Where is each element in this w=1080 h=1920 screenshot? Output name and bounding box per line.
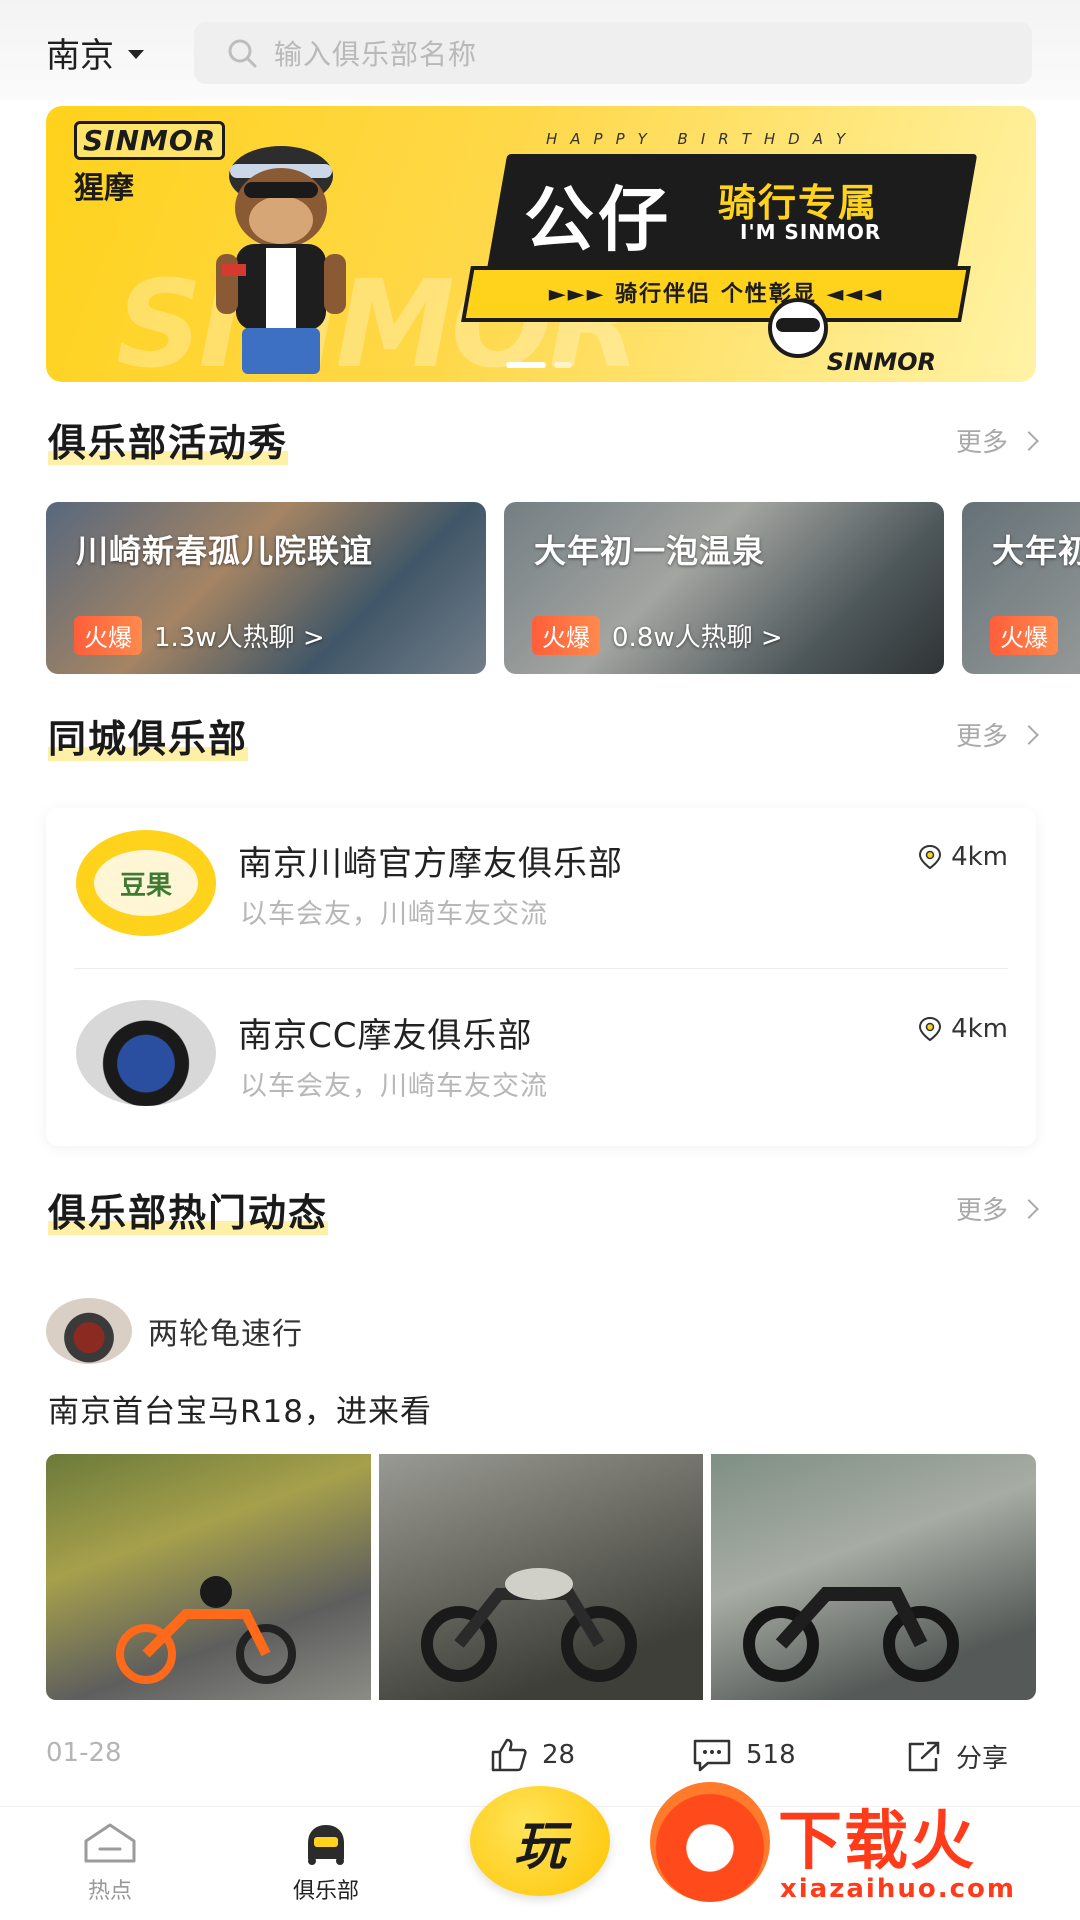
post-footer: 01-28 28 518 分享 bbox=[46, 1738, 1036, 1774]
club-list-item[interactable]: 南京CC摩友俱乐部 以车会友，川崎车友交流 4km bbox=[46, 978, 1036, 1146]
club-logo bbox=[76, 1000, 216, 1106]
banner-brand: SINMOR 猩摩 bbox=[74, 121, 226, 207]
share-button[interactable]: 分享 bbox=[906, 1738, 1008, 1775]
post-photos bbox=[46, 1454, 1036, 1700]
club-name: 南京川崎官方摩友俱乐部 bbox=[238, 844, 623, 884]
play-center-button[interactable]: 玩 bbox=[470, 1786, 610, 1896]
city-selector[interactable]: 南京 bbox=[46, 28, 144, 77]
share-icon bbox=[908, 1741, 940, 1771]
watermark: 下载火 xiazaihuo.com bbox=[640, 1772, 1080, 1920]
banner-tagline-top: HAPPY BIRTHDAY bbox=[546, 130, 859, 148]
chevron-right-icon bbox=[1019, 724, 1039, 745]
top-bar: 南京 输入俱乐部名称 bbox=[0, 0, 1080, 100]
more-activities-link[interactable]: 更多 bbox=[955, 422, 1039, 459]
thumbs-up-icon bbox=[491, 1738, 527, 1772]
more-label: 更多 bbox=[955, 722, 1008, 752]
comment-button[interactable]: 518 bbox=[692, 1738, 796, 1772]
more-label: 更多 bbox=[955, 428, 1008, 458]
home-icon bbox=[84, 1823, 136, 1863]
share-label: 分享 bbox=[956, 1744, 1009, 1774]
more-label: 更多 bbox=[955, 1196, 1008, 1226]
activity-card[interactable]: 大年初 火爆 bbox=[962, 502, 1080, 674]
distance-value: 4km bbox=[951, 842, 1008, 872]
watermark-text: 下载火 bbox=[778, 1805, 976, 1879]
banner-im-line: I'M SINMOR bbox=[740, 220, 882, 244]
activity-carousel[interactable]: 川崎新春孤儿院联谊 火爆 1.3w人热聊 > 大年初一泡温泉 火爆 0.8w人热… bbox=[46, 502, 1080, 674]
activity-title: 大年初 bbox=[992, 532, 1080, 570]
brand-logo-en: SINMOR bbox=[74, 121, 226, 160]
post-photo[interactable] bbox=[378, 1454, 704, 1700]
helmet-mascot-icon bbox=[768, 298, 828, 358]
motorcycle-icon bbox=[420, 1568, 637, 1682]
section-title-clubs: 同城俱乐部 bbox=[48, 708, 249, 763]
search-icon bbox=[228, 39, 257, 68]
chevron-right-icon bbox=[1019, 1198, 1039, 1219]
club-list: 豆果 南京川崎官方摩友俱乐部 以车会友，川崎车友交流 4km 南京CC摩友俱乐部… bbox=[46, 808, 1036, 1146]
carousel-dots bbox=[506, 362, 572, 368]
comment-count: 518 bbox=[746, 1740, 796, 1770]
banner-footer-logo: SINMOR bbox=[826, 348, 936, 376]
search-placeholder: 输入俱乐部名称 bbox=[274, 38, 478, 71]
section-title-feed: 俱乐部热门动态 bbox=[48, 1182, 329, 1237]
activity-title: 大年初一泡温泉 bbox=[534, 532, 766, 570]
club-helmet-icon bbox=[308, 1825, 344, 1865]
carousel-dot[interactable] bbox=[554, 362, 572, 368]
banner-slogan: ►►► 骑行伴侣 个性彰显 ◄◄◄ bbox=[548, 282, 884, 307]
club-name: 南京CC摩友俱乐部 bbox=[238, 1016, 533, 1056]
section-title-activities: 俱乐部活动秀 bbox=[48, 412, 289, 467]
motorcycle-icon bbox=[116, 1576, 296, 1684]
watermark-url: xiazaihuo.com bbox=[780, 1874, 1016, 1904]
club-logo: 豆果 bbox=[76, 830, 216, 936]
play-label: 玩 bbox=[513, 1816, 566, 1877]
like-count: 28 bbox=[542, 1740, 576, 1770]
distance-value: 4km bbox=[951, 1014, 1008, 1044]
club-desc: 以车会友，川崎车友交流 bbox=[240, 1071, 548, 1102]
club-desc: 以车会友，川崎车友交流 bbox=[240, 899, 548, 930]
city-label: 南京 bbox=[46, 36, 114, 76]
club-distance: 4km bbox=[917, 1014, 1008, 1044]
carousel-dot-active[interactable] bbox=[506, 362, 546, 368]
comment-icon bbox=[693, 1739, 731, 1772]
more-feed-link[interactable]: 更多 bbox=[955, 1190, 1039, 1227]
activity-chat-count: 0.8w人热聊 > bbox=[612, 623, 783, 653]
divider bbox=[74, 968, 1008, 969]
mascot-illustration bbox=[216, 146, 346, 374]
post-photo[interactable] bbox=[711, 1454, 1036, 1700]
post-date: 01-28 bbox=[46, 1738, 122, 1768]
tab-club[interactable]: 俱乐部 bbox=[266, 1821, 386, 1905]
activity-card[interactable]: 大年初一泡温泉 火爆 0.8w人热聊 > bbox=[504, 502, 944, 674]
activity-card[interactable]: 川崎新春孤儿院联谊 火爆 1.3w人热聊 > bbox=[46, 502, 486, 674]
chevron-right-icon bbox=[1019, 430, 1039, 451]
banner-headline-sub: 骑行专属 bbox=[718, 181, 879, 225]
post-photo[interactable] bbox=[46, 1454, 371, 1700]
promo-banner[interactable]: SINMOR SINMOR 猩摩 HAPPY BIRTHDAY 公仔 骑行专属 … bbox=[46, 106, 1036, 382]
banner-headline: 公仔 bbox=[524, 179, 672, 261]
tab-hot[interactable]: 热点 bbox=[50, 1821, 170, 1905]
location-pin-icon bbox=[919, 1016, 942, 1042]
activity-title: 川崎新春孤儿院联谊 bbox=[76, 532, 374, 570]
tab-label: 俱乐部 bbox=[292, 1879, 359, 1904]
club-list-item[interactable]: 豆果 南京川崎官方摩友俱乐部 以车会友，川崎车友交流 4km bbox=[46, 808, 1036, 976]
like-button[interactable]: 28 bbox=[490, 1738, 575, 1772]
hot-badge: 火爆 bbox=[532, 616, 600, 655]
club-logo-text: 豆果 bbox=[119, 870, 172, 901]
avatar[interactable] bbox=[46, 1298, 132, 1364]
activity-chat-count: 1.3w人热聊 > bbox=[154, 623, 325, 653]
motorcycle-icon bbox=[743, 1587, 960, 1682]
search-input[interactable]: 输入俱乐部名称 bbox=[194, 22, 1032, 84]
author-name: 两轮龟速行 bbox=[148, 1317, 303, 1352]
hot-badge: 火爆 bbox=[990, 616, 1058, 655]
post-author[interactable]: 两轮龟速行 bbox=[46, 1298, 303, 1364]
hot-badge: 火爆 bbox=[74, 616, 142, 655]
flame-logo-icon bbox=[650, 1782, 770, 1902]
club-distance: 4km bbox=[917, 842, 1008, 872]
brand-logo-cn: 猩摩 bbox=[74, 171, 134, 206]
more-clubs-link[interactable]: 更多 bbox=[955, 716, 1039, 753]
post-title[interactable]: 南京首台宝马R18，进来看 bbox=[48, 1386, 432, 1431]
caret-down-icon bbox=[128, 50, 144, 59]
tab-label: 热点 bbox=[87, 1879, 132, 1904]
location-pin-icon bbox=[919, 844, 942, 870]
